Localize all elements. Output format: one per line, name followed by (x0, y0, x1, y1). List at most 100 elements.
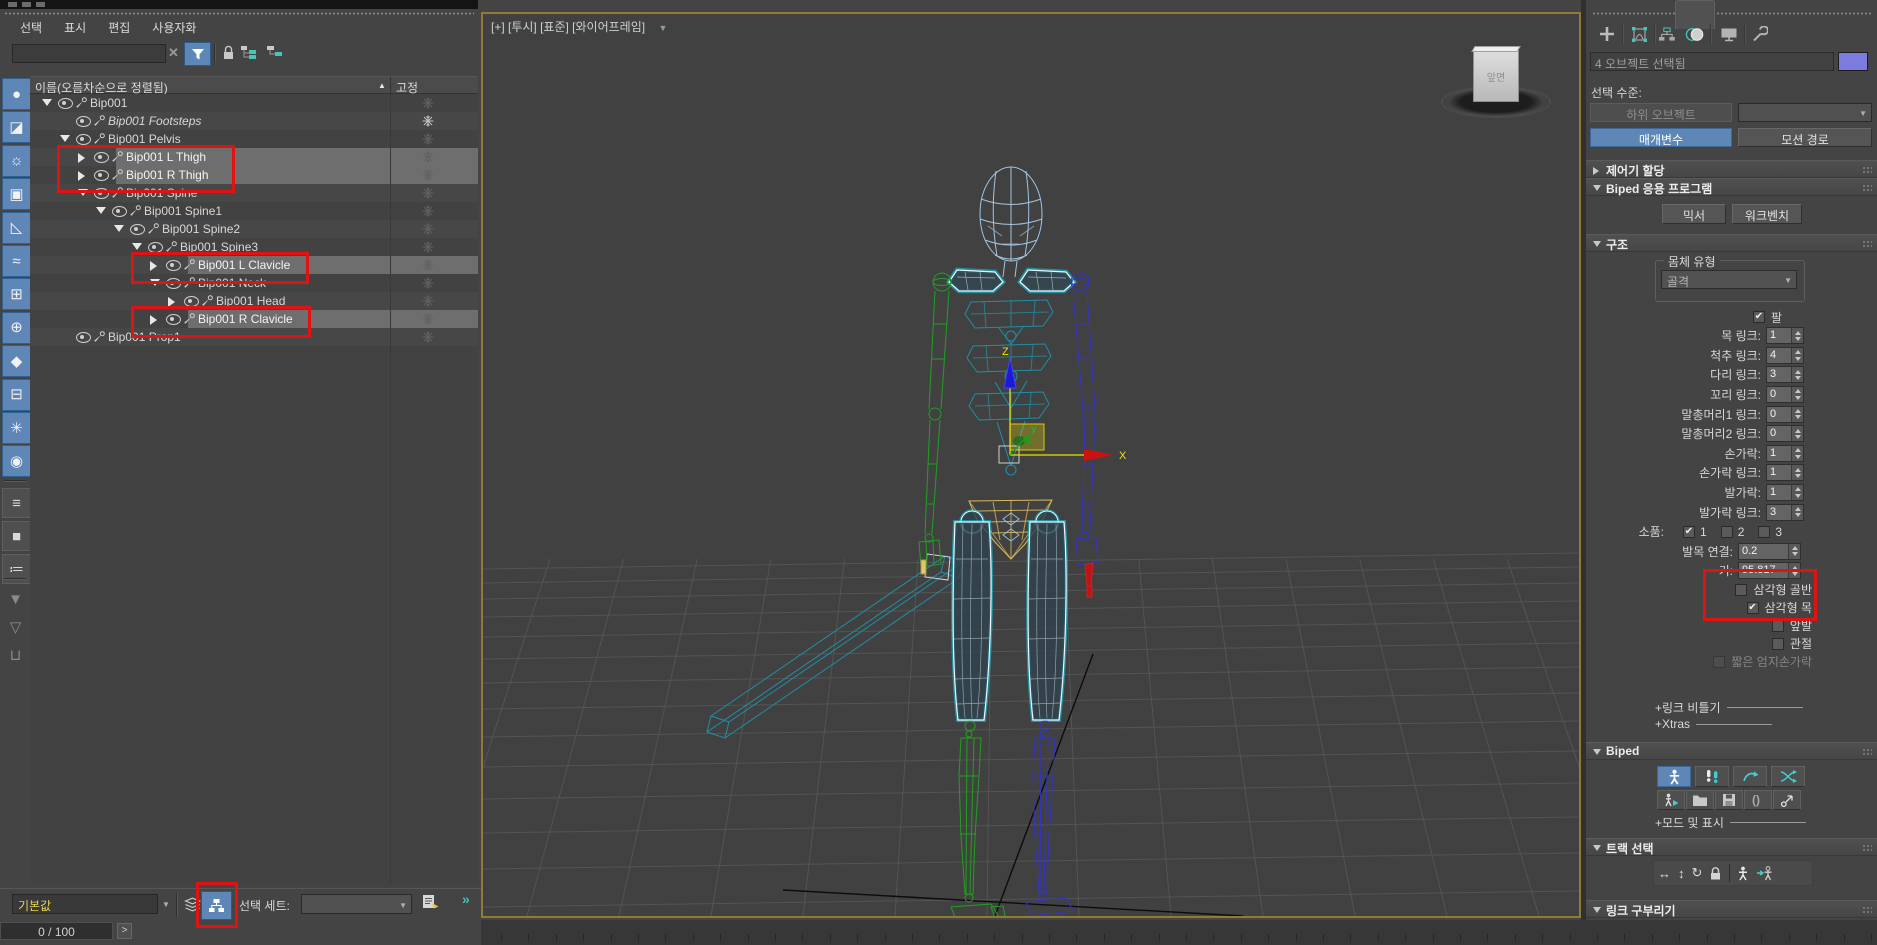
filter-containers-button[interactable]: ⊟ (2, 379, 31, 411)
lock-com-keying-button[interactable] (1709, 866, 1722, 881)
object-name-field[interactable]: 4 오브젝트 선택됨 (1590, 52, 1834, 71)
body-horizontal-button[interactable]: ↔ (1658, 866, 1671, 881)
tree-row-bip001-head[interactable]: Bip001 Head (30, 292, 478, 310)
node-label[interactable]: Bip001 R Thigh (126, 168, 209, 182)
spinner-field[interactable]: 1 (1766, 484, 1804, 501)
create-panel-tab[interactable] (1594, 23, 1620, 45)
tree-row-bip001-r-thigh[interactable]: Bip001 R Thigh (30, 166, 478, 184)
advance-button[interactable]: > (117, 923, 132, 939)
filter-geometry-button[interactable]: ● (2, 78, 31, 110)
track-bar[interactable] (481, 920, 1877, 945)
dropdown-arrow-icon[interactable]: ▼ (162, 900, 170, 909)
filter-bones-button[interactable]: ◆ (2, 345, 31, 377)
spinner-field[interactable]: 3 (1766, 366, 1804, 383)
spinner-arrows[interactable] (1791, 328, 1803, 343)
preset-dropdown[interactable]: 기본값 (12, 894, 158, 914)
rollout-header-biped[interactable]: Biped (1586, 742, 1877, 760)
tree-row-bip001-prop1[interactable]: Bip001 Prop1 (30, 328, 478, 346)
modes-display-expander[interactable]: +모드 및 표시 (1586, 814, 1877, 831)
node-label[interactable]: Bip001 L Clavicle (198, 258, 290, 272)
frozen-snowflake-icon[interactable] (422, 97, 434, 109)
selection-level-dropdown[interactable]: ▼ (1738, 103, 1872, 122)
option-삼각형-목[interactable]: ✔삼각형 목 (1586, 599, 1877, 617)
visibility-eye-icon[interactable] (148, 242, 163, 253)
progress-field[interactable]: 0 / 100 (0, 922, 113, 940)
workbench-button[interactable]: 워크벤치 (1732, 204, 1802, 224)
spinner-arrows[interactable] (1791, 446, 1803, 461)
node-label[interactable]: Bip001 R Clavicle (198, 312, 293, 326)
rollout-grip[interactable] (1862, 906, 1872, 914)
lock-icon[interactable] (222, 44, 235, 61)
rollout-grip[interactable] (1862, 844, 1872, 852)
tree-row-bip001-pelvis[interactable]: Bip001 Pelvis (30, 130, 478, 148)
motion-flow-mode-button[interactable] (1733, 766, 1767, 787)
visibility-eye-icon[interactable] (184, 296, 199, 307)
motion-paths-tab-button[interactable]: 모션 경로 (1738, 128, 1872, 147)
frozen-snowflake-icon[interactable] (422, 115, 434, 127)
option-앞발[interactable]: 앞발 (1586, 617, 1877, 635)
modify-panel-tab[interactable] (1626, 23, 1652, 45)
xtras-expander[interactable]: +Xtras (1586, 716, 1877, 733)
spinner-arrows[interactable] (1791, 485, 1803, 500)
option-짧은-엄지손가락[interactable]: 짧은 엄지손가락 (1586, 653, 1877, 671)
rollout-grip[interactable] (1862, 240, 1872, 248)
menu-사용자화[interactable]: 사용자화 (152, 19, 196, 39)
tree-row-bip001-l-clavicle[interactable]: Bip001 L Clavicle (30, 256, 478, 274)
tree-row-bip001-spine2[interactable]: Bip001 Spine2 (30, 220, 478, 238)
visibility-eye-icon[interactable] (94, 170, 109, 181)
clear-search-icon[interactable]: ✕ (168, 45, 179, 61)
option-관절[interactable]: 관절 (1586, 635, 1877, 653)
node-label[interactable]: Bip001 Pelvis (108, 132, 181, 146)
tree-row-bip001-spine[interactable]: Bip001 Spine (30, 184, 478, 202)
spinner-arrows[interactable] (1791, 387, 1803, 402)
menu-표시[interactable]: 표시 (64, 19, 86, 39)
column-divider[interactable] (390, 77, 391, 95)
rollout-header-track-selection[interactable]: 트랙 선택 (1586, 838, 1877, 856)
panel-drag-handle[interactable] (4, 12, 474, 15)
filter-shapes-button[interactable]: ◪ (2, 111, 31, 143)
filter-particles-button[interactable]: ✳ (2, 412, 31, 444)
collapse-all-icon[interactable] (266, 44, 284, 61)
tree-row-bip001-spine1[interactable]: Bip001 Spine1 (30, 202, 478, 220)
utilities-panel-tab[interactable] (1746, 23, 1772, 45)
frozen-snowflake-icon[interactable] (422, 223, 434, 235)
display-influences-icon[interactable] (184, 897, 201, 912)
node-label[interactable]: Bip001 Footsteps (108, 114, 201, 128)
rollout-header-structure[interactable]: 구조 (1586, 234, 1877, 252)
object-color-swatch[interactable] (1838, 52, 1868, 71)
frozen-snowflake-icon[interactable] (422, 295, 434, 307)
spinner-arrows[interactable] (1791, 367, 1803, 382)
viewport-filter-arrow-icon[interactable]: ▼ (658, 23, 667, 33)
spinner-arrows[interactable] (1791, 407, 1803, 422)
node-label[interactable]: Bip001 (90, 96, 127, 110)
convert-button[interactable]: () (1744, 790, 1772, 810)
spinner-arrows[interactable] (1791, 505, 1803, 520)
node-label[interactable]: Bip001 Head (216, 294, 285, 308)
frozen-snowflake-icon[interactable] (422, 241, 434, 253)
spinner-field[interactable]: 0 (1766, 425, 1804, 442)
frozen-snowflake-icon[interactable] (422, 259, 434, 271)
node-label[interactable]: Bip001 Prop1 (108, 330, 181, 344)
edit-named-selection-sets-icon[interactable] (422, 894, 440, 910)
filter-space-warps-button[interactable]: ≈ (2, 245, 31, 277)
selection-set-dropdown[interactable]: ▼ (301, 894, 412, 914)
frozen-snowflake-icon[interactable] (422, 169, 434, 181)
body-rotation-button[interactable]: ↻ (1692, 865, 1703, 881)
spinner-field[interactable]: 0 (1766, 406, 1804, 423)
checkbox-checked[interactable]: ✔ (1753, 311, 1765, 323)
arms-checkbox-row[interactable]: ✔팔 (1586, 308, 1877, 326)
visibility-eye-icon[interactable] (112, 206, 127, 217)
checkbox[interactable] (1735, 584, 1747, 596)
select-hierarchy-button[interactable] (201, 891, 232, 920)
twist-links-expander[interactable]: +링크 비틀기 (1586, 699, 1877, 716)
tree-row-bip001-l-thigh[interactable]: Bip001 L Thigh (30, 148, 478, 166)
filter-helpers-button[interactable]: ◺ (2, 212, 31, 244)
node-label[interactable]: Bip001 Spine1 (144, 204, 222, 218)
spinner-arrows[interactable] (1788, 563, 1800, 578)
tree-column-header[interactable]: 이름(오름차순으로 정렬됨) ▲ 고정 (30, 76, 478, 94)
node-label[interactable]: Bip001 Spine2 (162, 222, 240, 236)
spinner-field[interactable]: 1 (1766, 464, 1804, 481)
expand-arrow-icon[interactable] (78, 153, 85, 163)
rollout-header-bend-links[interactable]: 링크 구부리기 (1586, 900, 1877, 918)
visibility-eye-icon[interactable] (94, 152, 109, 163)
